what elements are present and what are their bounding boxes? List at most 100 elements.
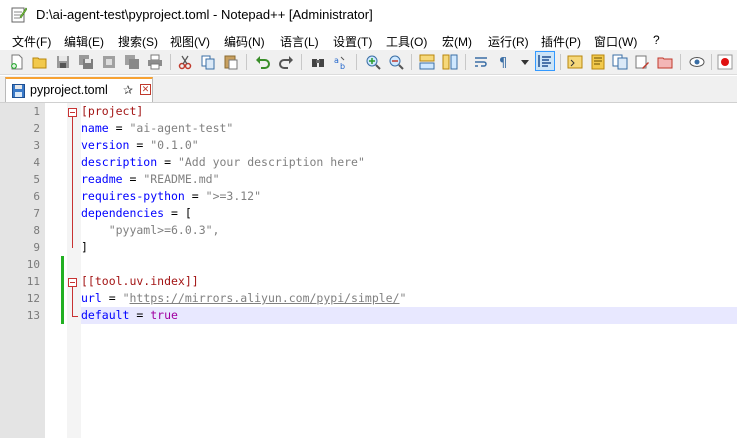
code-line[interactable]: requires-python = ">=3.12" <box>81 188 261 205</box>
code-token: "README.md" <box>143 172 220 186</box>
toolbar: ab ¶ <box>0 50 737 75</box>
save-all-icon[interactable] <box>77 53 95 71</box>
code-line[interactable]: url = "https://mirrors.aliyun.com/pypi/s… <box>81 290 406 307</box>
menu-search[interactable]: 搜索(S) <box>118 33 158 50</box>
code-line[interactable]: name = "ai-agent-test" <box>81 120 233 137</box>
code-token: description <box>81 155 158 169</box>
copy-icon[interactable] <box>199 53 217 71</box>
menu-window[interactable]: 窗口(W) <box>594 33 637 50</box>
code-token: [project] <box>81 104 144 118</box>
fold-line <box>72 117 73 248</box>
code-token: = <box>157 155 178 169</box>
user-language-icon[interactable] <box>566 53 584 71</box>
sync-horizontal-icon[interactable] <box>441 53 459 71</box>
document-map-icon[interactable] <box>589 53 607 71</box>
menu-file[interactable]: 文件(F) <box>12 33 51 50</box>
current-line-highlight <box>81 307 737 324</box>
svg-text:¶: ¶ <box>499 56 507 70</box>
code-token: = <box>122 172 144 186</box>
menu-edit[interactable]: 编辑(E) <box>64 33 104 50</box>
code-token: requires-python <box>81 189 185 203</box>
saved-file-icon <box>12 84 25 98</box>
replace-icon[interactable]: ab <box>332 53 350 71</box>
code-token: = <box>129 138 151 152</box>
menu-macro[interactable]: 宏(M) <box>442 33 472 50</box>
code-line[interactable]: readme = "README.md" <box>81 171 220 188</box>
svg-text:a: a <box>334 56 339 65</box>
fold-line <box>72 287 73 316</box>
find-icon[interactable] <box>309 53 327 71</box>
line-number: 9 <box>33 241 40 254</box>
menu-language[interactable]: 语言(L) <box>280 33 319 50</box>
code-token: = <box>129 308 151 322</box>
new-file-icon[interactable] <box>8 53 26 71</box>
word-wrap-icon[interactable] <box>472 53 490 71</box>
close-all-icon[interactable] <box>123 53 141 71</box>
fold-toggle-project[interactable] <box>68 108 77 117</box>
open-file-icon[interactable] <box>31 53 49 71</box>
code-token: "Add your description here" <box>177 155 365 169</box>
menu-bar: 文件(F) 编辑(E) 搜索(S) 视图(V) 编码(N) 语言(L) 设置(T… <box>0 31 737 50</box>
title-bar: D:\ai-agent-test\pyproject.toml - Notepa… <box>0 0 737 30</box>
save-icon[interactable] <box>54 53 72 71</box>
monitoring-icon[interactable] <box>688 53 706 71</box>
menu-tools[interactable]: 工具(O) <box>386 33 427 50</box>
code-link[interactable]: https://mirrors.aliyun.com/pypi/simple/ <box>130 291 400 305</box>
cut-icon[interactable] <box>176 53 194 71</box>
code-line[interactable]: default = true <box>81 307 178 324</box>
code-token: version <box>81 138 130 152</box>
code-line[interactable]: version = "0.1.0" <box>81 137 199 154</box>
menu-settings[interactable]: 设置(T) <box>333 33 372 50</box>
menu-help[interactable]: ? <box>653 33 660 47</box>
menu-encoding[interactable]: 编码(N) <box>224 33 265 50</box>
code-line[interactable]: [[tool.uv.index]] <box>81 273 199 290</box>
line-number: 6 <box>33 190 40 203</box>
print-icon[interactable] <box>146 53 164 71</box>
code-token: name <box>81 121 109 135</box>
code-token: = <box>108 121 130 135</box>
undo-icon[interactable] <box>254 53 272 71</box>
code-token: = <box>184 189 206 203</box>
code-line[interactable]: dependencies = [ <box>81 205 192 222</box>
code-token: readme <box>81 172 123 186</box>
show-all-chars-icon[interactable]: ¶ <box>495 53 513 71</box>
fold-margin[interactable] <box>67 103 81 438</box>
menu-view[interactable]: 视图(V) <box>170 33 210 50</box>
line-number: 11 <box>26 275 40 288</box>
code-line[interactable]: ] <box>81 239 88 256</box>
code-line[interactable]: description = "Add your description here… <box>81 154 365 171</box>
code-line[interactable]: [project] <box>81 103 143 120</box>
line-number: 1 <box>33 105 40 118</box>
code-token: "ai-agent-test" <box>129 121 234 135</box>
menu-plugins[interactable]: 插件(P) <box>541 33 581 50</box>
editor[interactable]: 1 2 3 4 5 6 7 8 9 10 11 12 13 [project] name = "ai-ag… <box>0 103 737 438</box>
code-token: dependencies <box>81 206 165 220</box>
pin-icon[interactable]: ✰ <box>123 83 133 97</box>
line-number: 10 <box>26 258 40 271</box>
tab-pyproject-toml[interactable]: pyproject.toml ✰ ✕ <box>5 77 153 102</box>
paste-icon[interactable] <box>222 53 240 71</box>
tab-label: pyproject.toml <box>30 83 108 97</box>
record-macro-icon[interactable] <box>716 53 734 71</box>
zoom-out-icon[interactable] <box>387 53 405 71</box>
folder-as-workspace-icon[interactable] <box>633 53 651 71</box>
dropdown-arrow-icon[interactable] <box>516 53 534 71</box>
change-history-marker <box>61 256 64 324</box>
menu-run[interactable]: 运行(R) <box>488 33 529 50</box>
close-icon[interactable] <box>100 53 118 71</box>
zoom-in-icon[interactable] <box>364 53 382 71</box>
code-token: ">=3.12" <box>205 189 262 203</box>
indent-guide-icon[interactable] <box>535 51 555 71</box>
code-token: url <box>81 291 102 305</box>
svg-text:b: b <box>340 62 345 70</box>
function-list-icon[interactable] <box>611 53 629 71</box>
fold-toggle-tool-uv-index[interactable] <box>68 278 77 287</box>
line-number: 2 <box>33 122 40 135</box>
sync-vertical-icon[interactable] <box>418 53 436 71</box>
code-line[interactable]: "pyyaml>=6.0.3", <box>81 222 220 239</box>
redo-icon[interactable] <box>277 53 295 71</box>
line-number: 13 <box>26 309 40 322</box>
tab-close-button[interactable]: ✕ <box>140 84 151 95</box>
folder-icon[interactable] <box>656 53 674 71</box>
code-token: ] <box>81 240 88 254</box>
